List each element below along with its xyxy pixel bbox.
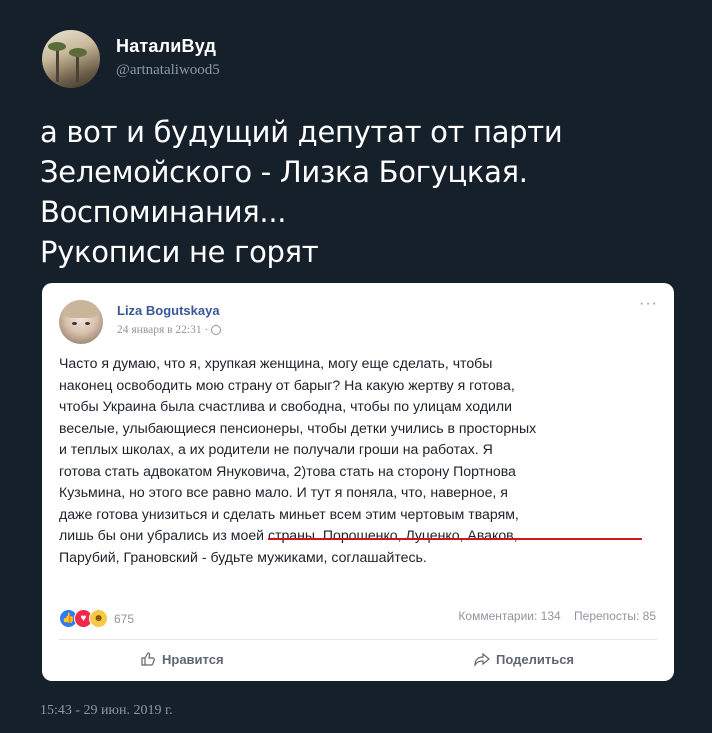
share-button: Поделиться [474,651,574,667]
globe-icon [211,325,222,336]
facebook-post-screenshot: Liza Bogutskaya 24 января в 22:31 · ··· … [42,283,674,681]
fb-body-line: и теплых школах, а их родители не получа… [59,441,493,457]
fb-body-line: Кузьмина, но этого все равно мало. И тут… [59,484,508,500]
tweet-text: а вот и будущий депутат от парти Зелемой… [40,115,563,269]
fb-author-name: Liza Bogutskaya [117,303,220,318]
like-button: Нравится [140,651,224,667]
reactions-summary: 👍 ♥ ☻ 675 [59,609,134,628]
fb-post-date-text: 24 января в 22:31 · [117,324,212,336]
fb-body-line: лишь бы они убрались из моей страны. Пор… [59,527,518,543]
fb-author-avatar [59,300,103,344]
haha-reaction-icon: ☻ [89,609,108,628]
post-stats: Комментарии: 134 Перепосты: 85 [448,609,656,623]
tweet-author-name[interactable]: НаталиВуд [116,36,216,57]
fb-body-line: наконец освободить мою страну от барыг? … [59,376,515,393]
share-arrow-icon [474,652,490,667]
fb-body-line: даже готова унизиться и сделать миньет в… [59,505,519,522]
fb-post-date: 24 января в 22:31 · [117,324,222,336]
tweet-author-handle[interactable]: @artnataliwood5 [116,62,220,79]
comments-count: Комментарии: 134 [458,609,561,623]
more-options-icon: ··· [639,295,658,312]
fb-body-line: готова стать адвокатом Януковича, 2)това… [59,462,516,479]
like-label: Нравится [162,651,224,667]
fb-body-line: Часто я думаю, что я, хрупкая женщина, м… [59,355,493,371]
fb-body-line: Парубий, Грановский - будьте мужиками, с… [59,548,427,565]
fb-body-line: чтобы Украина была счастлива и свободна,… [59,398,513,414]
reactions-count: 675 [114,611,135,626]
thumbs-up-icon [141,652,155,666]
share-label: Поделиться [496,651,575,667]
fb-body-line: веселые, улыбающиеся пенсионеры, чтобы д… [59,419,537,436]
fb-post-body: Часто я думаю, что я, хрупкая женщина, м… [59,353,659,568]
tweet-timestamp[interactable]: 15:43 - 29 июн. 2019 г. [40,703,173,719]
red-underline-annotation [268,538,642,540]
divider [59,639,657,640]
shares-count: Перепосты: 85 [574,609,656,623]
tweet-author-avatar[interactable] [42,30,100,88]
